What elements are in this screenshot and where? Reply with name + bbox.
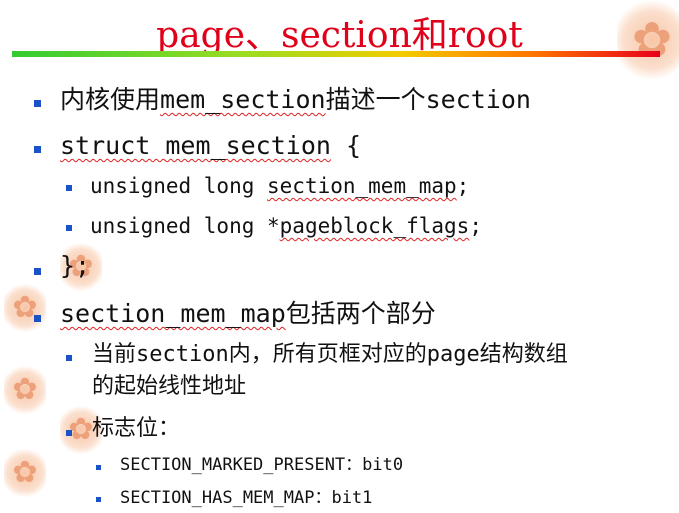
sub-bullet-page-array-cont: 的起始线性地址 xyxy=(92,374,247,399)
sub-sub-bullet-marker xyxy=(96,497,101,502)
sub-bullet-marker xyxy=(66,185,72,191)
title-underline xyxy=(12,51,660,57)
bullet-text: { xyxy=(330,131,362,160)
sub-bullet-section-mem-map: unsigned long section_mem_map; xyxy=(90,172,469,200)
bullet-term: section_mem_map xyxy=(60,299,286,328)
bullet-text: 内核使用 xyxy=(60,85,161,114)
bullet-text: 描述一个section xyxy=(325,85,531,114)
decorative-seal-icon: ✿ xyxy=(4,365,46,415)
bullet-marker xyxy=(34,100,41,107)
bullet-text: 包括两个部分 xyxy=(285,299,436,328)
bullet-keyword: struct xyxy=(60,131,166,160)
bullet-text: unsigned long * xyxy=(90,214,280,238)
bullet-term: mem_section xyxy=(160,85,326,114)
bullet-struct-close: }; xyxy=(60,251,91,280)
bullet-term: section_mem_map xyxy=(267,174,457,198)
decorative-seal-icon: ✿ xyxy=(4,283,46,333)
sub-sub-bullet-marker xyxy=(96,465,101,470)
sub-bullet-page-array: 当前section内，所有页框对应的page结构数组 xyxy=(92,342,568,367)
bullet-term: mem_section xyxy=(165,131,331,160)
bullet-mem-section-desc: 内核使用mem_section描述一个section xyxy=(60,84,531,116)
bullet-marker xyxy=(34,315,41,322)
sub-bullet-flags: 标志位： xyxy=(92,416,181,441)
bullet-text: ; xyxy=(469,214,482,238)
flag-has-mem-map: SECTION_HAS_MEM_MAP：bit1 xyxy=(120,488,373,508)
sub-bullet-marker xyxy=(66,355,72,361)
flag-marked-present: SECTION_MARKED_PRESENT：bit0 xyxy=(120,455,404,475)
bullet-text: ; xyxy=(456,174,470,198)
decorative-seal-icon: ✿ xyxy=(4,448,46,498)
sub-bullet-marker xyxy=(66,430,72,436)
sub-bullet-pageblock-flags: unsigned long *pageblock_flags; xyxy=(90,212,482,240)
bullet-marker xyxy=(34,146,41,153)
sub-bullet-marker xyxy=(66,225,72,231)
bullet-text: unsigned long xyxy=(90,174,268,198)
bullet-term: pageblock_flags xyxy=(279,214,470,238)
bullet-struct-decl: struct mem_section { xyxy=(60,130,361,162)
bullet-marker xyxy=(34,268,41,275)
bullet-section-mem-map-parts: section_mem_map包括两个部分 xyxy=(60,298,436,330)
